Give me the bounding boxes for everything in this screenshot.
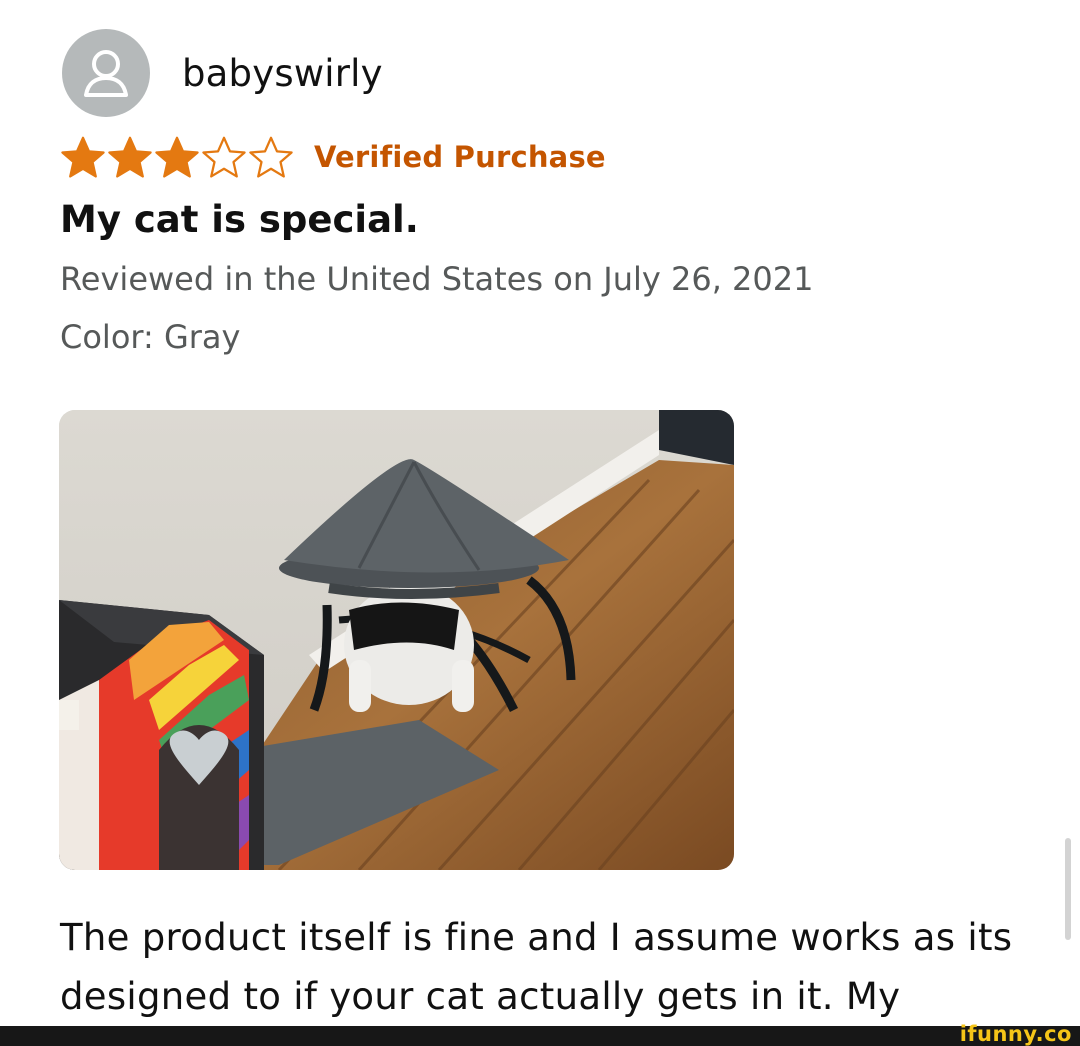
cat-photo-icon [59,410,734,870]
scrollbar[interactable] [1065,838,1071,940]
footer-bar: ifunny.co [0,1022,1080,1046]
verified-purchase-badge: Verified Purchase [314,140,606,174]
star-filled-icon [61,136,105,178]
star-empty-icon [202,136,246,178]
star-filled-icon [155,136,199,178]
user-silhouette-icon[interactable] [62,29,150,117]
star-filled-icon [108,136,152,178]
star-empty-icon [249,136,293,178]
reviewer-name[interactable]: babyswirly [182,52,383,95]
star-rating [60,135,294,179]
rating-row: Verified Purchase [60,135,606,179]
reviewer-profile[interactable]: babyswirly [62,29,383,117]
review-date: Reviewed in the United States on July 26… [60,260,814,298]
review-title: My cat is special. [60,198,419,241]
review-body: The product itself is fine and I assume … [60,916,1013,1018]
product-variant: Color: Gray [60,318,241,356]
customer-photo[interactable] [59,410,734,870]
watermark-logo: ifunny.co [959,1022,1072,1046]
